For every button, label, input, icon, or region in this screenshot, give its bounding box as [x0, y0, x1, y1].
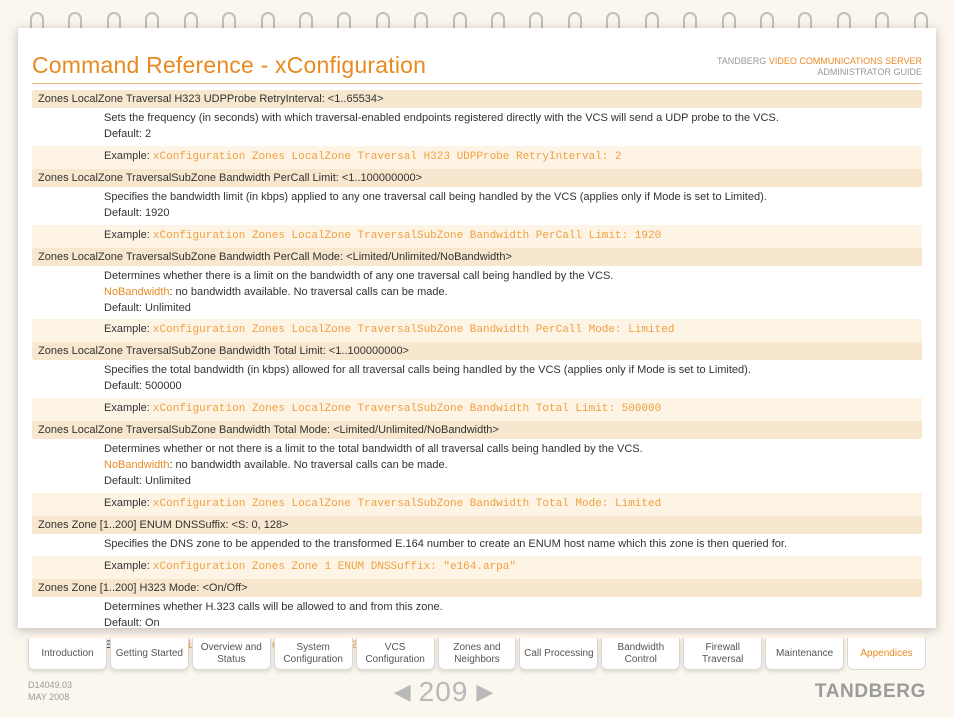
command-description: Specifies the total bandwidth (in kbps) … — [32, 360, 922, 398]
command-example: Example: xConfiguration Zones LocalZone … — [32, 225, 922, 248]
tab-zones-and-neighbors[interactable]: Zones and Neighbors — [438, 638, 517, 670]
brand-logo: TANDBERG — [815, 681, 926, 703]
tab-maintenance[interactable]: Maintenance — [765, 638, 844, 670]
command-head: Zones LocalZone Traversal H323 UDPProbe … — [32, 90, 922, 108]
tab-call-processing[interactable]: Call Processing — [519, 638, 598, 670]
command-block: Zones LocalZone Traversal H323 UDPProbe … — [32, 90, 922, 169]
command-block: Zones LocalZone TraversalSubZone Bandwid… — [32, 248, 922, 343]
command-description: Determines whether there is a limit on t… — [32, 266, 922, 320]
header-company: TANDBERG — [717, 56, 766, 66]
command-description: Determines whether H.323 calls will be a… — [32, 597, 922, 635]
command-block: Zones LocalZone TraversalSubZone Bandwid… — [32, 421, 922, 516]
command-example: Example: xConfiguration Zones LocalZone … — [32, 146, 922, 169]
page-footer: D14049.03 MAY 2008 ◀ 209 ▶ TANDBERG — [28, 676, 926, 708]
nav-tabs: IntroductionGetting StartedOverview and … — [28, 638, 926, 670]
pager: ◀ 209 ▶ — [394, 676, 494, 708]
header-product: VIDEO COMMUNICATIONS SERVER — [769, 56, 922, 66]
command-head: Zones LocalZone TraversalSubZone Bandwid… — [32, 248, 922, 266]
command-example: Example: xConfiguration Zones LocalZone … — [32, 319, 922, 342]
prev-page-arrow[interactable]: ◀ — [394, 679, 411, 705]
command-description: Specifies the bandwidth limit (in kbps) … — [32, 187, 922, 225]
tab-introduction[interactable]: Introduction — [28, 638, 107, 670]
command-head: Zones LocalZone TraversalSubZone Bandwid… — [32, 342, 922, 360]
command-head: Zones LocalZone TraversalSubZone Bandwid… — [32, 421, 922, 439]
tab-overview-and-status[interactable]: Overview and Status — [192, 638, 271, 670]
header-meta: TANDBERG VIDEO COMMUNICATIONS SERVER ADM… — [717, 56, 922, 79]
command-example: Example: xConfiguration Zones LocalZone … — [32, 398, 922, 421]
page-title: Command Reference - xConfiguration — [32, 52, 426, 79]
commands-table: Zones LocalZone Traversal H323 UDPProbe … — [32, 90, 922, 658]
command-example: Example: xConfiguration Zones Zone 1 ENU… — [32, 556, 922, 579]
document-page: Command Reference - xConfiguration TANDB… — [18, 28, 936, 628]
tab-getting-started[interactable]: Getting Started — [110, 638, 189, 670]
command-description: Specifies the DNS zone to be appended to… — [32, 534, 922, 556]
header-guide: ADMINISTRATOR GUIDE — [817, 67, 922, 77]
page-header: Command Reference - xConfiguration TANDB… — [32, 52, 922, 84]
tab-bandwidth-control[interactable]: Bandwidth Control — [601, 638, 680, 670]
tab-firewall-traversal[interactable]: Firewall Traversal — [683, 638, 762, 670]
command-head: Zones Zone [1..200] H323 Mode: <On/Off> — [32, 579, 922, 597]
next-page-arrow[interactable]: ▶ — [476, 679, 493, 705]
command-block: Zones LocalZone TraversalSubZone Bandwid… — [32, 169, 922, 248]
tab-system-configuration[interactable]: System Configuration — [274, 638, 353, 670]
command-block: Zones LocalZone TraversalSubZone Bandwid… — [32, 342, 922, 421]
command-block: Zones Zone [1..200] ENUM DNSSuffix: <S: … — [32, 516, 922, 579]
command-description: Determines whether or not there is a lim… — [32, 439, 922, 493]
command-head: Zones LocalZone TraversalSubZone Bandwid… — [32, 169, 922, 187]
command-head: Zones Zone [1..200] ENUM DNSSuffix: <S: … — [32, 516, 922, 534]
tab-appendices[interactable]: Appendices — [847, 638, 926, 670]
page-number: 209 — [419, 676, 469, 708]
doc-id: D14049.03 MAY 2008 — [28, 680, 72, 703]
command-description: Sets the frequency (in seconds) with whi… — [32, 108, 922, 146]
tab-vcs-configuration[interactable]: VCS Configuration — [356, 638, 435, 670]
command-example: Example: xConfiguration Zones LocalZone … — [32, 493, 922, 516]
